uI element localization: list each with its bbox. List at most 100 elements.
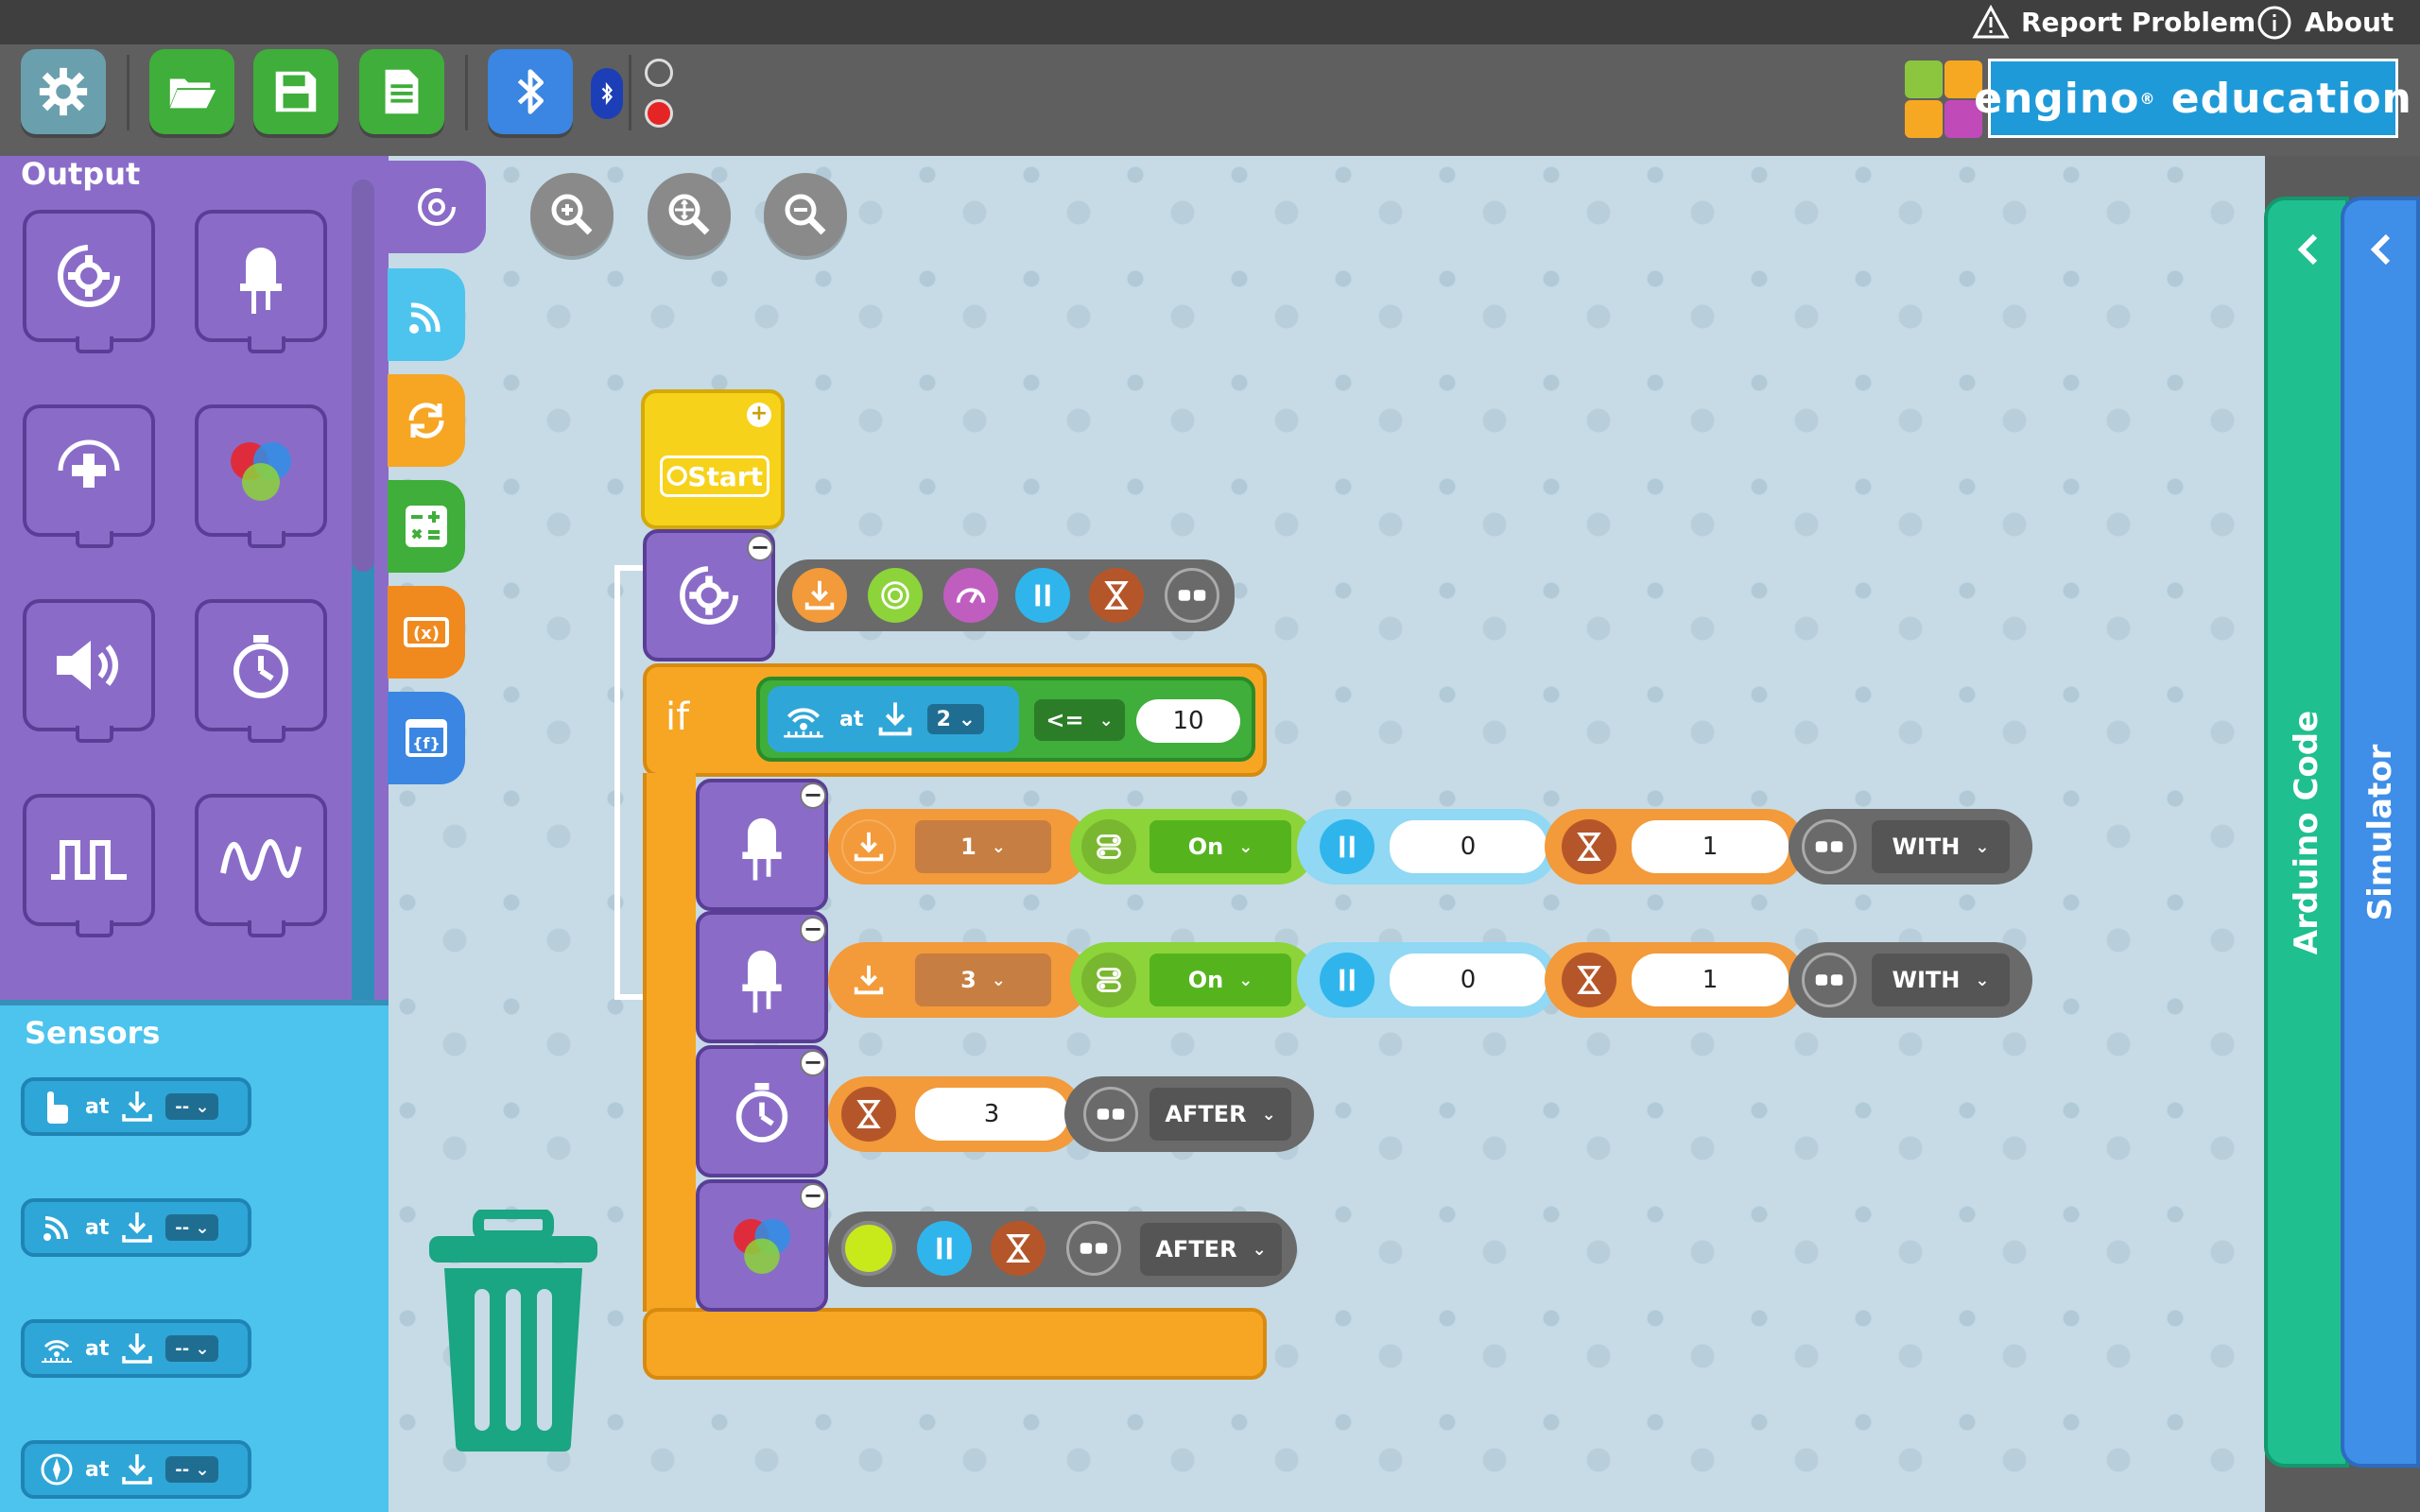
infrared-sensor-chip[interactable]: at -- ⌄ xyxy=(21,1198,251,1257)
led2-delay-value: 0 xyxy=(1460,966,1477,994)
ultrasonic-sensor-at: at xyxy=(85,1336,110,1361)
remove-block-icon[interactable]: − xyxy=(800,1183,826,1210)
led2-delay-field[interactable]: 0 xyxy=(1390,954,1547,1006)
toggle-chip[interactable] xyxy=(1081,953,1136,1007)
pause-chip[interactable] xyxy=(1320,953,1374,1007)
arduino-code-panel-toggle[interactable]: Arduino Code xyxy=(2264,197,2349,1468)
report-problem-link[interactable]: Report Problem xyxy=(1972,0,2256,44)
chevron-down-icon: ⌄ xyxy=(1975,836,1990,857)
loops-category-tab[interactable] xyxy=(388,374,465,467)
trash-icon[interactable] xyxy=(424,1210,603,1455)
sync-chip[interactable] xyxy=(1802,819,1857,874)
toggle-icon xyxy=(1097,968,1121,992)
timer-mode-select[interactable]: AFTER ⌄ xyxy=(1150,1088,1291,1141)
bluetooth-button[interactable] xyxy=(488,49,573,134)
output-category-tab[interactable] xyxy=(388,161,486,253)
toggle-chip[interactable] xyxy=(1081,819,1136,874)
condition-value-field[interactable]: 10 xyxy=(1136,699,1240,743)
duration-chip[interactable] xyxy=(991,1221,1046,1276)
duration-chip[interactable] xyxy=(1562,953,1616,1007)
port-icon xyxy=(122,1212,153,1243)
led2-duration-field[interactable]: 1 xyxy=(1632,954,1789,1006)
export-button[interactable] xyxy=(359,49,444,134)
operator-select[interactable]: <= ⌄ xyxy=(1034,699,1125,741)
led-block[interactable] xyxy=(195,210,327,353)
led1-duration-field[interactable]: 1 xyxy=(1632,820,1789,873)
port-chip[interactable] xyxy=(841,819,896,874)
compass-sensor-port-value: -- xyxy=(175,1459,190,1480)
led1-delay-field[interactable]: 0 xyxy=(1390,820,1547,873)
square-wave-block[interactable] xyxy=(23,794,155,937)
remove-block-icon[interactable]: − xyxy=(800,782,826,809)
touch-sensor-chip[interactable]: at -- ⌄ xyxy=(21,1077,251,1136)
rgb-mode-select[interactable]: AFTER ⌄ xyxy=(1140,1223,1282,1276)
led2-port-select[interactable]: 3 ⌄ xyxy=(915,954,1051,1006)
sine-wave-block[interactable] xyxy=(195,794,327,937)
rgb-color-swatch[interactable] xyxy=(841,1221,896,1276)
led1-mode-select[interactable]: WITH ⌄ xyxy=(1872,820,2010,873)
compass-sensor-chip[interactable]: at -- ⌄ xyxy=(21,1440,251,1499)
timer-block[interactable] xyxy=(195,599,327,743)
motor-block[interactable] xyxy=(23,210,155,353)
duration-chip[interactable] xyxy=(1562,819,1616,874)
simulator-panel-toggle[interactable]: Simulator xyxy=(2341,197,2420,1468)
condition-port-select[interactable]: 2 ⌄ xyxy=(927,704,985,734)
led2-state-select[interactable]: On ⌄ xyxy=(1150,954,1291,1006)
port-chip[interactable] xyxy=(841,953,896,1007)
ultrasonic-sensor-reading[interactable]: at 2 ⌄ xyxy=(768,686,1019,752)
start-label-box: ⭘ Start xyxy=(660,455,769,497)
zoom-reset-button[interactable] xyxy=(648,173,731,256)
variables-category-tab[interactable]: (x) xyxy=(388,586,465,679)
sine-wave-icon xyxy=(220,839,302,881)
sync-chip[interactable] xyxy=(1066,1221,1121,1276)
open-button[interactable] xyxy=(149,49,234,134)
about-link[interactable]: About xyxy=(2256,0,2394,44)
sync-chip[interactable] xyxy=(1083,1087,1138,1142)
led1-state-select[interactable]: On ⌄ xyxy=(1150,820,1291,873)
math-category-tab[interactable] xyxy=(388,480,465,573)
save-button[interactable] xyxy=(253,49,338,134)
link-icon xyxy=(1815,974,1843,986)
timer-value-field[interactable]: 3 xyxy=(915,1088,1068,1141)
duration-chip[interactable] xyxy=(841,1087,896,1142)
led1-port-value: 1 xyxy=(960,833,977,860)
sync-chip[interactable] xyxy=(1802,953,1857,1007)
variables-icon: (x) xyxy=(404,617,449,647)
speed-chip[interactable] xyxy=(943,568,998,623)
pause-chip[interactable] xyxy=(917,1221,972,1276)
ultrasonic-sensor-chip[interactable]: at -- ⌄ xyxy=(21,1319,251,1378)
zoom-out-button[interactable] xyxy=(764,173,847,256)
pause-chip[interactable] xyxy=(1015,568,1070,623)
remove-block-icon[interactable]: − xyxy=(747,535,773,561)
led1-port-select[interactable]: 1 ⌄ xyxy=(915,820,1051,873)
touch-sensor-port-select[interactable]: -- ⌄ xyxy=(165,1093,219,1120)
ultrasonic-sensor-icon xyxy=(784,708,823,738)
port-chip[interactable] xyxy=(792,568,847,623)
info-icon xyxy=(2257,6,2291,39)
palette-scrollbar-thumb[interactable] xyxy=(352,180,374,572)
infrared-sensor-port-select[interactable]: -- ⌄ xyxy=(165,1214,219,1241)
start-label: Start xyxy=(687,460,764,492)
add-icon[interactable]: + xyxy=(747,403,771,427)
functions-category-tab[interactable]: {f} xyxy=(388,692,465,784)
chevron-down-icon: ⌄ xyxy=(991,970,1006,990)
settings-button[interactable] xyxy=(21,49,106,134)
status-dot-on xyxy=(645,99,673,128)
remove-block-icon[interactable]: − xyxy=(800,917,826,943)
direction-chip[interactable] xyxy=(868,568,923,623)
chevron-down-icon: ⌄ xyxy=(1238,970,1253,990)
pause-chip[interactable] xyxy=(1320,819,1374,874)
zoom-in-button[interactable] xyxy=(530,173,614,256)
duration-chip[interactable] xyxy=(1089,568,1144,623)
rgb-led-block[interactable] xyxy=(195,404,327,548)
ultrasonic-sensor-icon xyxy=(42,1340,72,1363)
ultrasonic-sensor-port-select[interactable]: -- ⌄ xyxy=(165,1335,219,1362)
servo-block[interactable] xyxy=(23,404,155,548)
sensors-category-tab[interactable] xyxy=(388,268,465,361)
sync-chip[interactable] xyxy=(1165,568,1219,623)
start-block[interactable]: + ⭘ Start xyxy=(641,389,785,529)
buzzer-block[interactable] xyxy=(23,599,155,743)
led2-mode-select[interactable]: WITH ⌄ xyxy=(1872,954,2010,1006)
remove-block-icon[interactable]: − xyxy=(800,1050,826,1076)
compass-sensor-port-select[interactable]: -- ⌄ xyxy=(165,1456,219,1483)
